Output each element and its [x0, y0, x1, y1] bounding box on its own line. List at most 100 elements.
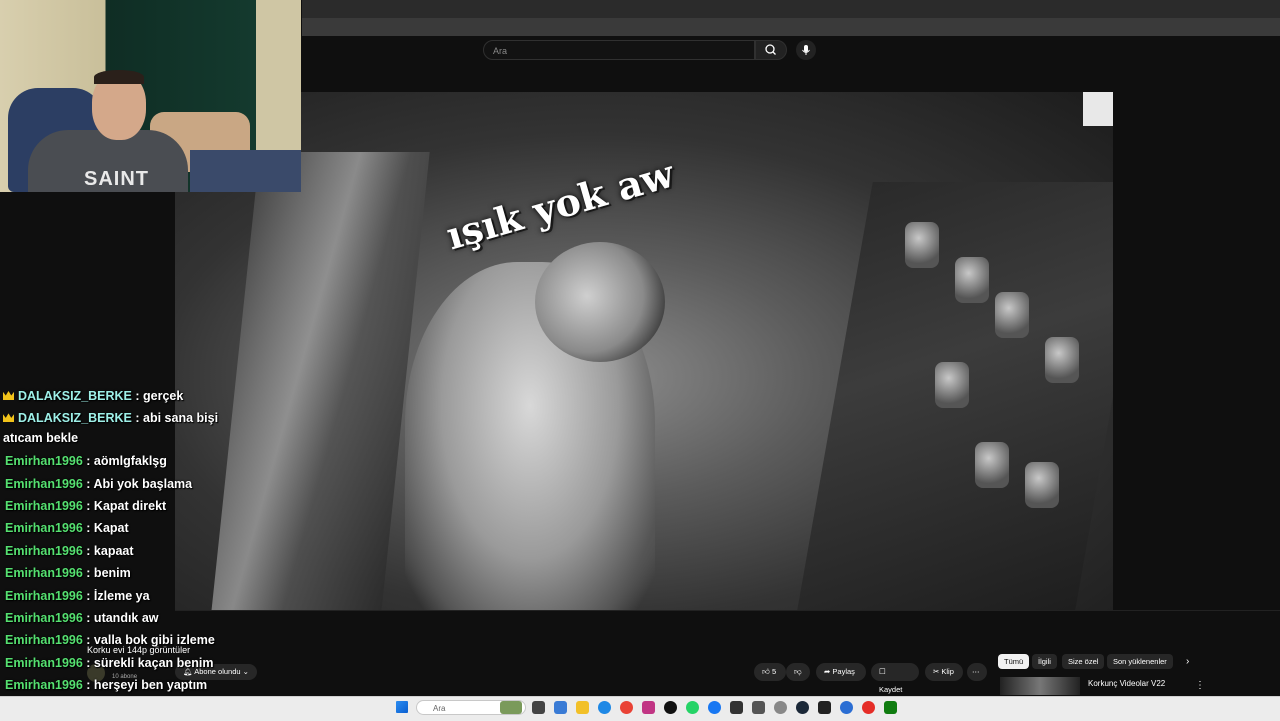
- chat-message: DALAKSIZ_BERKE : gerçek: [3, 388, 183, 404]
- chat-username: Emirhan1996: [5, 454, 83, 469]
- video-scene-jar: [955, 257, 989, 303]
- chat-message: Emirhan1996 : kapaat: [5, 543, 134, 559]
- chat-username: Emirhan1996: [5, 476, 83, 491]
- chat-text: : gerçek: [131, 389, 184, 403]
- more-horizontal-icon: ⋯: [972, 667, 980, 676]
- app-icon[interactable]: [774, 701, 787, 714]
- recommended-video-thumbnail[interactable]: [1000, 677, 1080, 695]
- video-scene-door: [210, 152, 430, 610]
- app-icon[interactable]: [730, 701, 743, 714]
- windows-taskbar: [0, 696, 1280, 721]
- chat-text: : aömlgfaklşg: [82, 454, 167, 469]
- file-explorer-icon[interactable]: [576, 701, 589, 714]
- video-scene-jar: [975, 442, 1009, 488]
- tiktok-icon[interactable]: [664, 701, 677, 714]
- video-scene-jar: [935, 362, 969, 408]
- chat-text: : sürekli kaçan benim: [82, 655, 214, 670]
- chat-message: Emirhan1996 : Kapat direkt: [5, 498, 166, 514]
- recommended-video-title[interactable]: Korkunç Videolar V22: [1088, 679, 1165, 688]
- video-scene-jar: [1045, 337, 1079, 383]
- obs-icon[interactable]: [818, 701, 831, 714]
- steam-icon[interactable]: [796, 701, 809, 714]
- chat-username: Emirhan1996: [5, 611, 83, 625]
- clip-button[interactable]: ✂ Klip: [925, 663, 963, 681]
- chat-message: Emirhan1996 : Abi yok başlama: [5, 476, 192, 492]
- chat-username: Emirhan1996: [5, 566, 83, 581]
- video-player[interactable]: ışık yok aw: [175, 92, 1113, 610]
- chat-message: Emirhan1996 : aömlgfaklşg: [5, 453, 167, 469]
- app-icon[interactable]: [840, 701, 853, 714]
- video-views-text: Korku evi 144p görüntüler: [87, 645, 191, 655]
- thumbs-down-icon: 👎︎: [794, 667, 802, 676]
- search-button[interactable]: [755, 40, 787, 60]
- whatsapp-icon[interactable]: [686, 701, 699, 714]
- video-info-bar: [175, 610, 1280, 639]
- chat-username: Emirhan1996: [5, 543, 83, 558]
- more-actions-button[interactable]: ⋯: [967, 663, 987, 681]
- chat-text: : Abi yok başlama: [82, 476, 193, 491]
- voice-search-button[interactable]: [796, 40, 816, 60]
- chat-message: DALAKSIZ_BERKE : abi sana bişi: [3, 410, 218, 426]
- chip-all[interactable]: Tümü: [998, 654, 1030, 669]
- edge-browser-icon[interactable]: [598, 701, 611, 714]
- chat-username: Emirhan1996: [5, 588, 83, 603]
- chat-username: Emirhan1996: [5, 521, 83, 536]
- chat-username: DALAKSIZ_BERKE: [18, 411, 132, 426]
- video-scene-jar: [1025, 462, 1059, 508]
- webcam-streamer-hair: [94, 70, 144, 84]
- chat-username: Emirhan1996: [5, 678, 83, 693]
- like-count: 5: [771, 667, 777, 676]
- chat-message: Emirhan1996 : Kapat: [5, 520, 129, 536]
- scissors-icon: ✂: [933, 667, 940, 676]
- instagram-icon[interactable]: [642, 701, 655, 714]
- chat-text: : kapaat: [82, 543, 134, 558]
- search-input[interactable]: Ara: [483, 40, 755, 60]
- app-icon[interactable]: [752, 701, 765, 714]
- weather-widget-icon[interactable]: [500, 701, 522, 714]
- chat-username: Emirhan1996: [5, 499, 83, 513]
- chevron-down-icon: ⌄: [242, 667, 249, 676]
- clip-label: Klip: [941, 667, 954, 676]
- save-button[interactable]: ☐ Kaydet: [871, 663, 919, 694]
- xbox-icon[interactable]: [884, 701, 897, 714]
- save-label: Kaydet: [879, 685, 903, 694]
- chat-message-continuation: atıcam bekle: [3, 430, 79, 445]
- chat-text: : herşeyi ben yaptım: [82, 678, 208, 693]
- settings-gear-icon[interactable]: [554, 701, 567, 714]
- like-button[interactable]: 👍︎ 5: [754, 663, 786, 681]
- task-view-icon[interactable]: [532, 701, 545, 714]
- windows-start-icon[interactable]: [396, 701, 408, 713]
- thumbs-up-icon: 👍︎: [762, 667, 770, 676]
- share-button[interactable]: ➦ Paylaş: [816, 663, 866, 681]
- more-vertical-icon[interactable]: ⋮: [1195, 680, 1205, 691]
- microphone-icon: [802, 45, 810, 55]
- chat-username: Emirhan1996: [5, 655, 83, 670]
- chat-message: Emirhan1996 : utandık aw: [5, 610, 159, 626]
- facebook-icon[interactable]: [708, 701, 721, 714]
- chevron-right-icon[interactable]: ›: [1186, 656, 1189, 667]
- dislike-button[interactable]: 👎︎: [786, 663, 810, 681]
- chat-text: : Kapat direkt: [82, 499, 167, 513]
- share-label: Paylaş: [832, 667, 855, 676]
- video-scene-light: [1083, 92, 1113, 126]
- video-scene-jar: [995, 292, 1029, 338]
- chip-recently-uploaded[interactable]: Son yüklenenler: [1107, 654, 1173, 669]
- browser-toolbar: [302, 18, 1280, 37]
- crown-icon: [3, 391, 14, 400]
- chip-related[interactable]: İlgili: [1032, 654, 1057, 669]
- chat-text: : utandık aw: [82, 611, 159, 625]
- share-icon: ➦: [824, 667, 831, 676]
- search-icon: [765, 44, 776, 55]
- chat-text: : benim: [82, 566, 131, 581]
- chip-for-you[interactable]: Size özel: [1062, 654, 1105, 669]
- video-scene-jar: [905, 222, 939, 268]
- chat-message: Emirhan1996 : sürekli kaçan benim: [5, 655, 213, 671]
- chat-text: : Kapat: [82, 521, 129, 536]
- video-caption-overlay: ışık yok aw: [441, 150, 679, 259]
- app-icon[interactable]: [862, 701, 875, 714]
- chat-message: Emirhan1996 : benim: [5, 565, 131, 581]
- chrome-browser-icon[interactable]: [620, 701, 633, 714]
- chat-message: Emirhan1996 : İzleme ya: [5, 588, 150, 604]
- webcam-shirt-text: SAINT: [84, 168, 149, 190]
- chat-text: : abi sana bişi: [131, 411, 219, 426]
